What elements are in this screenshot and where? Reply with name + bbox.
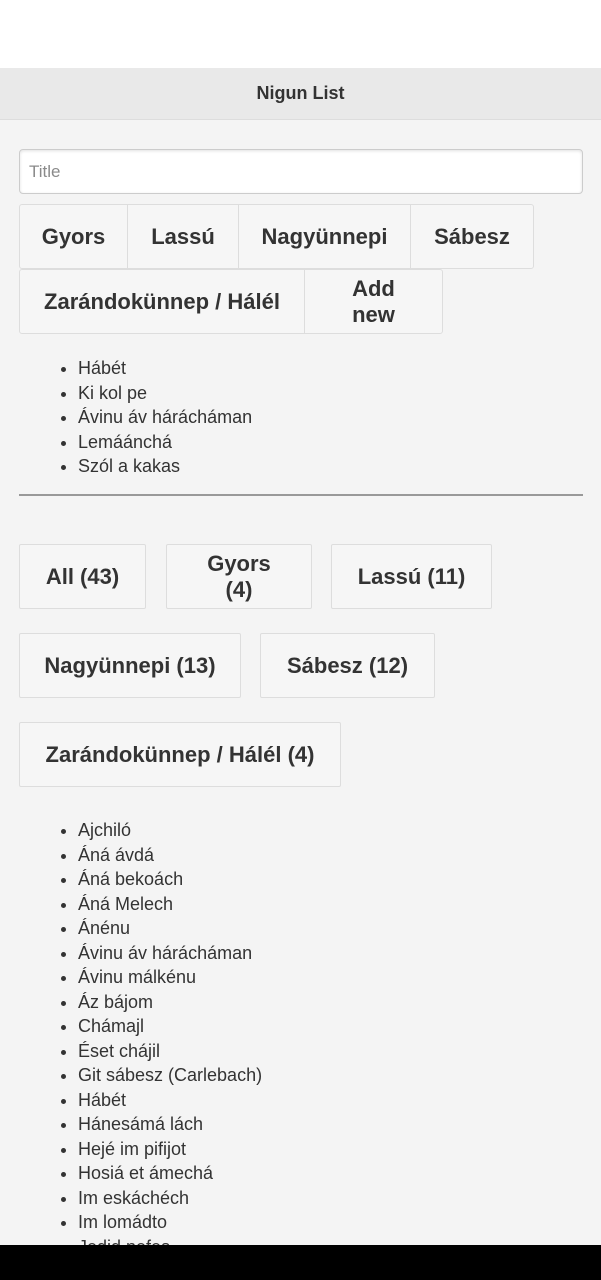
list-item[interactable]: Hábét bbox=[78, 1088, 262, 1113]
list-item[interactable]: Áná Melech bbox=[78, 892, 262, 917]
list-item[interactable]: Áz bájom bbox=[78, 990, 262, 1015]
list-item[interactable]: Ánénu bbox=[78, 916, 262, 941]
page-title: Nigun List bbox=[256, 83, 345, 103]
list-item[interactable]: Ávinu áv hárácháman bbox=[78, 405, 252, 430]
list-item[interactable]: Ávinu áv hárácháman bbox=[78, 941, 262, 966]
list-item[interactable]: Hánesámá lách bbox=[78, 1112, 262, 1137]
list-item[interactable]: Hejé im pifijot bbox=[78, 1137, 262, 1162]
list-item[interactable]: Chámajl bbox=[78, 1014, 262, 1039]
list-item[interactable]: Szól a kakas bbox=[78, 454, 252, 479]
navigation-bar bbox=[0, 1245, 601, 1280]
filter-button-lassu[interactable]: Lassú (11) bbox=[331, 544, 492, 609]
list-item[interactable]: Lemáánchá bbox=[78, 430, 252, 455]
song-list: Ajchiló Áná ávdá Áná bekoách Áná Melech … bbox=[0, 818, 262, 1259]
list-item[interactable]: Éset chájil bbox=[78, 1039, 262, 1064]
list-item[interactable]: Ávinu málkénu bbox=[78, 965, 262, 990]
tag-button-sabesz[interactable]: Sábesz bbox=[410, 204, 534, 269]
list-item[interactable]: Im lomádto bbox=[78, 1210, 262, 1235]
list-item[interactable]: Ajchiló bbox=[78, 818, 262, 843]
tag-row-1: Gyors Lassú Nagyünnepi Sábesz bbox=[19, 204, 559, 269]
add-new-button[interactable]: Add new bbox=[304, 269, 443, 334]
tag-button-nagyunnepi[interactable]: Nagyünnepi bbox=[238, 204, 411, 269]
filter-button-zarandokunnep[interactable]: Zarándokünnep / Hálél (4) bbox=[19, 722, 341, 787]
status-bar-area bbox=[0, 0, 601, 68]
list-item[interactable]: Im eskáchéch bbox=[78, 1186, 262, 1211]
list-item[interactable]: Áná ávdá bbox=[78, 843, 262, 868]
filter-button-all[interactable]: All (43) bbox=[19, 544, 146, 609]
list-item[interactable]: Git sábesz (Carlebach) bbox=[78, 1063, 262, 1088]
title-input[interactable] bbox=[19, 149, 583, 194]
tag-button-gyors[interactable]: Gyors bbox=[19, 204, 128, 269]
tag-row-2: Zarándokünnep / Hálél Add new bbox=[19, 269, 559, 334]
list-item[interactable]: Ki kol pe bbox=[78, 381, 252, 406]
divider bbox=[19, 494, 583, 496]
filter-button-sabesz[interactable]: Sábesz (12) bbox=[260, 633, 435, 698]
filter-button-gyors[interactable]: Gyors (4) bbox=[166, 544, 312, 609]
list-item[interactable]: Hosiá et ámechá bbox=[78, 1161, 262, 1186]
list-item[interactable]: Áná bekoách bbox=[78, 867, 262, 892]
app-header: Nigun List bbox=[0, 68, 601, 120]
tag-selector: Gyors Lassú Nagyünnepi Sábesz Zarándokün… bbox=[19, 204, 559, 334]
tag-button-zarandokunnep[interactable]: Zarándokünnep / Hálél bbox=[19, 269, 305, 334]
recent-list: Hábét Ki kol pe Ávinu áv hárácháman Lemá… bbox=[0, 356, 252, 479]
list-item[interactable]: Hábét bbox=[78, 356, 252, 381]
filter-button-nagyunnepi[interactable]: Nagyünnepi (13) bbox=[19, 633, 241, 698]
tag-button-lassu[interactable]: Lassú bbox=[127, 204, 239, 269]
